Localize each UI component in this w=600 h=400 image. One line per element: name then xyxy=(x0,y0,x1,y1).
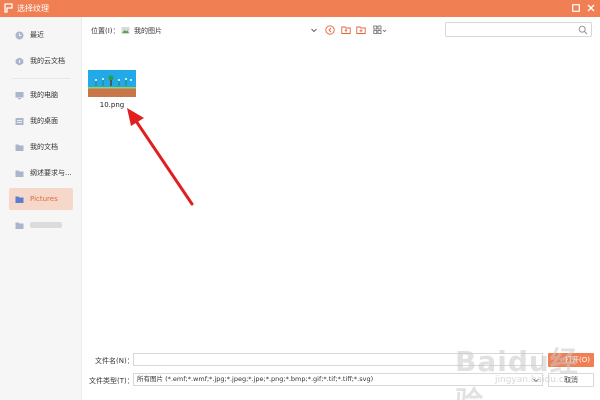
cloud-doc-icon xyxy=(15,57,24,66)
toolbar: 位置(I)： 我的图片 xyxy=(83,17,600,45)
filename-label: 文件名(N)： xyxy=(95,357,134,365)
sidebar-item-label: 纲述要求与... xyxy=(30,169,72,177)
sidebar-item-label: 我的电脑 xyxy=(30,91,58,99)
sidebar-item-folder[interactable]: 纲述要求与... xyxy=(9,162,73,184)
sidebar-item-recent[interactable]: 最近 xyxy=(9,24,73,46)
wps-logo-icon xyxy=(4,3,13,13)
search-box[interactable] xyxy=(445,22,592,37)
watermark-brand: Baidu经验 xyxy=(455,345,579,400)
close-button[interactable] xyxy=(585,2,597,14)
search-input[interactable] xyxy=(446,23,571,36)
filetype-label: 文件类型(T)： xyxy=(89,377,134,385)
sidebar-item-my-documents[interactable]: 我的文档 xyxy=(9,136,73,158)
location-value: 我的图片 xyxy=(134,26,162,35)
sidebar-item-label: 我的文档 xyxy=(30,143,58,151)
maximize-button[interactable] xyxy=(570,2,582,14)
sidebar-item-blurred[interactable] xyxy=(9,214,73,236)
sidebar-item-label: Pictures xyxy=(30,195,58,203)
file-name: 10.png xyxy=(99,101,125,109)
sidebar-item-pictures[interactable]: Pictures xyxy=(9,188,73,210)
back-icon[interactable] xyxy=(325,25,335,35)
location-dropdown[interactable]: 我的图片 xyxy=(121,23,321,38)
title-bar: 选择纹理 xyxy=(0,0,600,17)
sidebar-item-label: 我的桌面 xyxy=(30,117,58,125)
sidebar-item-my-computer[interactable]: 我的电脑 xyxy=(9,84,73,106)
close-icon xyxy=(587,4,595,12)
new-folder-icon[interactable] xyxy=(356,25,366,35)
up-folder-icon[interactable] xyxy=(341,25,351,35)
baidu-watermark: Baidu经验 jingyan.baidu.com xyxy=(455,340,595,400)
sidebar-item-label: 我的云文档 xyxy=(30,57,65,65)
window-title: 选择纹理 xyxy=(17,4,49,13)
search-icon[interactable] xyxy=(578,25,588,35)
blurred-label xyxy=(30,222,62,228)
sidebar-divider xyxy=(12,78,70,79)
sidebar-item-label: 最近 xyxy=(30,31,44,39)
view-mode-icon[interactable] xyxy=(373,25,387,35)
folder-icon xyxy=(15,143,24,152)
location-label: 位置(I)： xyxy=(91,27,120,35)
sidebar-item-cloud-docs[interactable]: 我的云文档 xyxy=(9,50,73,72)
folder-icon xyxy=(15,195,24,204)
pictures-folder-icon xyxy=(121,26,130,35)
sidebar: 最近 我的云文档 我的电脑 我的桌面 我的文档 纲述要求与... Picture… xyxy=(0,17,82,400)
image-thumbnail xyxy=(88,70,136,97)
folder-icon xyxy=(15,169,24,178)
maximize-icon xyxy=(572,4,580,12)
sidebar-item-my-desktop[interactable]: 我的桌面 xyxy=(9,110,73,132)
folder-icon xyxy=(15,221,24,230)
watermark-url: jingyan.baidu.com xyxy=(495,375,579,385)
chevron-down-icon[interactable] xyxy=(309,25,319,35)
desktop-icon xyxy=(15,117,24,126)
file-item[interactable]: 10.png xyxy=(88,70,136,109)
computer-icon xyxy=(15,91,24,100)
clock-icon xyxy=(15,31,24,40)
filetype-value: 所有图片 (*.emf;*.wmf;*.jpg;*.jpeg;*.jpe;*.p… xyxy=(137,375,374,383)
